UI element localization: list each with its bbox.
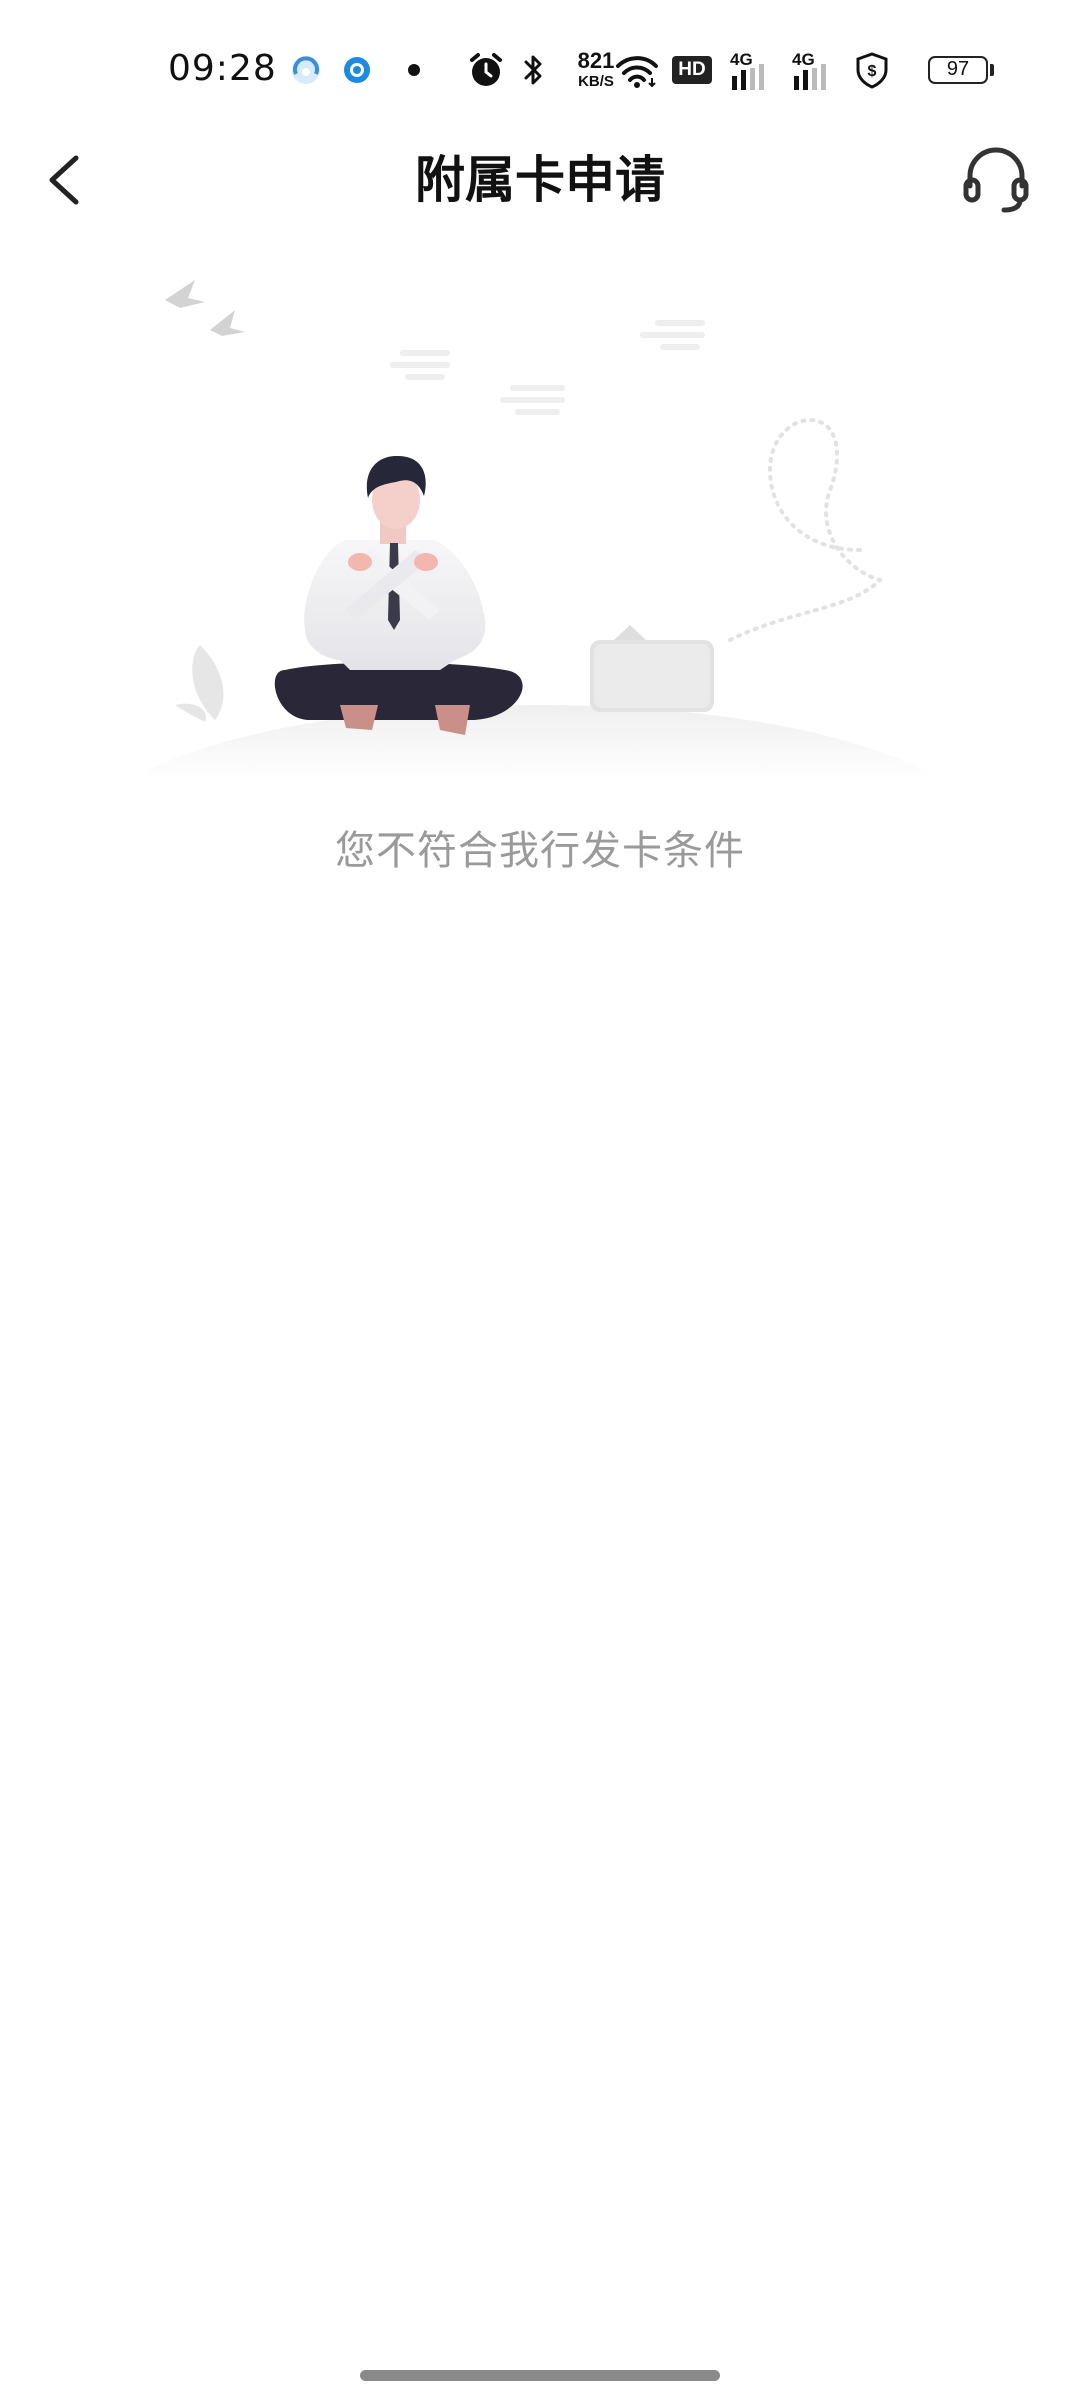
hd-label: HD [678,59,706,80]
leaf-icon [175,645,224,722]
cloud-icon [390,320,705,415]
svg-text:$: $ [868,63,877,80]
app-notification-icon [344,57,370,83]
network-speed-value: 821 [577,48,615,73]
shield-dollar-icon: $ [856,52,888,89]
hd-voice-icon: HD [672,56,712,84]
signal-4g-icon [794,64,826,90]
alarm-icon [470,53,502,86]
ground-hill [130,705,940,780]
home-indicator[interactable] [360,2370,720,2381]
person-illustration [274,455,523,735]
status-time: 09:28 [168,48,277,89]
chevron-left-icon [49,155,79,205]
wifi-icon [616,56,658,88]
bluetooth-icon [524,55,542,85]
status-bar: 09:28 821 KB/S HD 4G 4G $ 97 [0,0,1080,140]
battery-level: 97 [946,58,970,80]
page-title: 附属卡申请 [415,151,665,209]
battery-tip [990,64,994,76]
screen: 09:28 821 KB/S HD 4G 4G $ 97 附属卡申请 您不符合我… [0,0,1080,2400]
app-notification-icon [292,56,320,84]
customer-service-button[interactable] [956,138,1036,218]
back-button[interactable] [36,140,96,220]
battery-icon: 97 [928,56,988,84]
network-speed-unit: KB/S [578,73,614,90]
empty-state-message: 您不符合我行发卡条件 [335,828,745,874]
birds-icon [165,280,245,336]
headset-icon [963,147,1029,213]
box-icon [590,625,714,712]
empty-state-illustration [130,280,940,780]
signal-4g-icon [732,64,764,90]
dot-icon [408,64,420,76]
network-speed: 821 KB/S [572,48,620,90]
dotted-path-decoration [728,417,882,642]
nav-bar: 附属卡申请 [0,130,1080,240]
